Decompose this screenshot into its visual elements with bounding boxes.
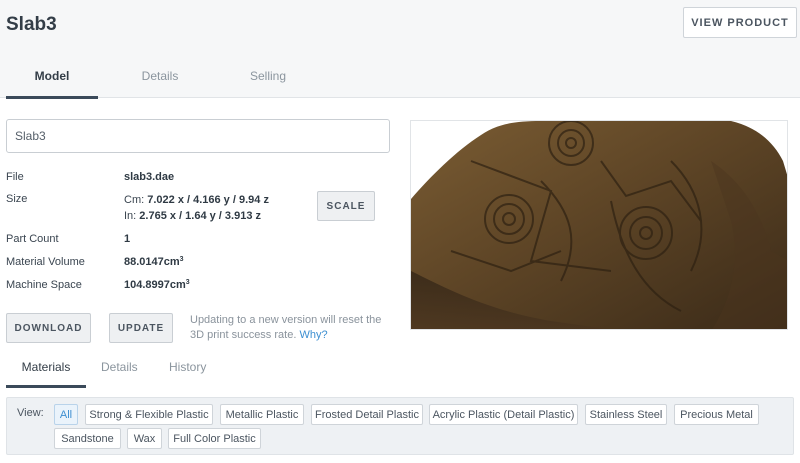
page-title: Slab3	[6, 14, 57, 35]
model-preview[interactable]	[410, 120, 788, 330]
page-header: Slab3 VIEW PRODUCT Model Details Selling	[0, 0, 800, 99]
tab-history[interactable]: History	[154, 350, 214, 388]
part-count-label: Part Count	[6, 233, 59, 245]
material-volume-value: 88.0147cm3	[124, 256, 184, 268]
filter-full-color-plastic[interactable]: Full Color Plastic	[168, 428, 261, 449]
size-cm-dimensions: 7.022 x / 4.166 y / 9.94 z	[147, 194, 269, 206]
filter-frosted-detail-plastic[interactable]: Frosted Detail Plastic	[311, 404, 423, 425]
file-name: slab3.dae	[124, 171, 175, 183]
filter-stainless-steel[interactable]: Stainless Steel	[585, 404, 667, 425]
filter-all[interactable]: All	[54, 404, 78, 425]
tab-material-details[interactable]: Details	[86, 350, 154, 388]
material-volume-number: 88.0147cm	[124, 256, 180, 268]
machine-space-value: 104.8997cm3	[124, 279, 190, 291]
size-in-line: In: 2.765 x / 1.64 y / 3.913 z	[124, 208, 269, 224]
filter-acrylic-plastic[interactable]: Acrylic Plastic (Detail Plastic)	[429, 404, 578, 425]
tab-selling[interactable]: Selling	[222, 57, 314, 98]
tab-details[interactable]: Details	[114, 57, 206, 98]
size-in-dimensions: 2.765 x / 1.64 y / 3.913 z	[139, 210, 262, 222]
filter-precious-metal[interactable]: Precious Metal	[674, 404, 759, 425]
size-cm-prefix: Cm:	[124, 194, 145, 206]
model-name-input[interactable]	[6, 119, 390, 153]
filter-metallic-plastic[interactable]: Metallic Plastic	[220, 404, 304, 425]
update-button[interactable]: UPDATE	[109, 313, 173, 343]
why-link[interactable]: Why?	[299, 329, 327, 341]
update-note: Updating to a new version will reset the…	[190, 313, 395, 343]
part-count-value: 1	[124, 233, 130, 245]
size-in-prefix: In:	[124, 210, 137, 222]
update-note-text: Updating to a new version will reset the…	[190, 314, 382, 341]
view-label: View:	[17, 407, 44, 419]
stone-slab-image	[411, 121, 787, 329]
machine-space-number: 104.8997cm	[124, 279, 186, 291]
size-value: Cm: 7.022 x / 4.166 y / 9.94 z In: 2.765…	[124, 192, 269, 224]
file-label: File	[6, 171, 24, 183]
cubic-superscript: 3	[179, 256, 184, 263]
main-tab-bar: Model Details Selling	[6, 57, 330, 99]
tab-materials[interactable]: Materials	[6, 350, 86, 388]
sub-tab-bar: Materials Details History	[6, 350, 214, 388]
material-volume-label: Material Volume	[6, 256, 85, 268]
tab-model[interactable]: Model	[6, 57, 98, 99]
download-button[interactable]: DOWNLOAD	[6, 313, 91, 343]
cubic-superscript: 3	[185, 279, 190, 286]
filter-sandstone[interactable]: Sandstone	[54, 428, 121, 449]
machine-space-label: Machine Space	[6, 279, 82, 291]
filter-wax[interactable]: Wax	[127, 428, 162, 449]
file-value: slab3.dae	[124, 171, 174, 183]
material-filter-panel: View: All Strong & Flexible Plastic Meta…	[6, 397, 794, 455]
view-product-button[interactable]: VIEW PRODUCT	[683, 7, 797, 38]
filter-strong-flexible-plastic[interactable]: Strong & Flexible Plastic	[85, 404, 213, 425]
size-label: Size	[6, 193, 28, 205]
scale-button[interactable]: SCALE	[317, 191, 375, 221]
part-count-number: 1	[124, 233, 131, 245]
size-cm-line: Cm: 7.022 x / 4.166 y / 9.94 z	[124, 192, 269, 208]
